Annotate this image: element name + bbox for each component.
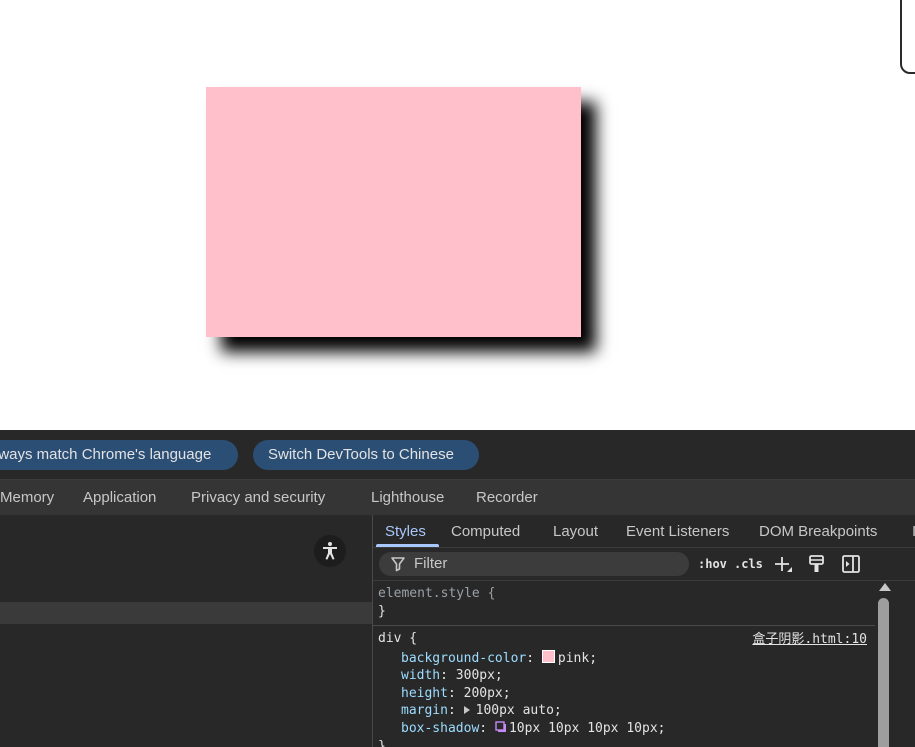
declaration-row[interactable]: background-color: pink; bbox=[401, 650, 597, 668]
tab-layout[interactable]: Layout bbox=[553, 515, 598, 547]
property-name[interactable]: background-color bbox=[401, 651, 526, 666]
styles-sidebar: Styles Computed Layout Event Listeners D… bbox=[373, 515, 915, 747]
language-infobar: lways match Chrome's language Switch Dev… bbox=[0, 430, 915, 479]
property-value[interactable]: 200px; bbox=[464, 686, 511, 701]
sidebar-tab-strip: Styles Computed Layout Event Listeners D… bbox=[373, 515, 915, 548]
tab-lighthouse[interactable]: Lighthouse bbox=[371, 480, 444, 516]
accessibility-icon bbox=[323, 542, 337, 560]
devtools-panel: lways match Chrome's language Switch Dev… bbox=[0, 430, 915, 747]
scroll-thumb[interactable] bbox=[878, 598, 889, 747]
property-value[interactable]: 300px; bbox=[456, 668, 503, 683]
scroll-up-arrow-icon[interactable] bbox=[879, 583, 891, 591]
tab-recorder[interactable]: Recorder bbox=[476, 480, 538, 516]
window-corner-edge bbox=[900, 0, 915, 74]
declaration-row[interactable]: margin: 100px auto; bbox=[401, 702, 562, 720]
tab-application[interactable]: Application bbox=[83, 480, 156, 516]
stylesheet-source-link[interactable]: 盒子阴影.html:10 bbox=[752, 628, 867, 647]
property-name[interactable]: box-shadow bbox=[401, 721, 479, 736]
div-selector[interactable]: div { bbox=[378, 630, 417, 648]
elements-tree-pane bbox=[0, 515, 372, 747]
property-value[interactable]: 10px 10px 10px 10px; bbox=[509, 721, 666, 736]
declaration-row[interactable]: box-shadow: 10px 10px 10px 10px; bbox=[401, 720, 665, 738]
property-value[interactable]: 100px auto; bbox=[476, 703, 562, 718]
tab-styles[interactable]: Styles bbox=[385, 515, 426, 547]
selected-node-row[interactable] bbox=[0, 602, 372, 624]
panel-tab-strip: Memory Application Privacy and security … bbox=[0, 479, 915, 517]
shadow-editor-icon[interactable] bbox=[495, 721, 507, 733]
styles-scrollbar[interactable] bbox=[875, 581, 891, 747]
tab-event-listeners[interactable]: Event Listeners bbox=[626, 515, 729, 547]
declaration-row[interactable]: height: 200px; bbox=[401, 685, 511, 703]
color-swatch-icon[interactable] bbox=[541, 650, 555, 663]
expand-triangle-icon[interactable] bbox=[463, 706, 470, 714]
tab-privacy-security[interactable]: Privacy and security bbox=[191, 480, 325, 516]
styles-toolbar: Filter :hov .cls bbox=[373, 548, 915, 581]
tab-memory[interactable]: Memory bbox=[0, 480, 54, 516]
switch-devtools-chinese-button[interactable]: Switch DevTools to Chinese bbox=[253, 440, 479, 470]
active-tab-indicator bbox=[376, 544, 439, 547]
property-name[interactable]: height bbox=[401, 686, 448, 701]
element-style-close: } bbox=[378, 604, 386, 619]
pink-shadow-box bbox=[206, 87, 581, 337]
declaration-row[interactable]: width: 300px; bbox=[401, 667, 503, 685]
div-style-rule: div { 盒子阴影.html:10 background-color: pin… bbox=[373, 626, 875, 747]
element-style-rule: element.style { } bbox=[373, 581, 875, 626]
match-chrome-language-button[interactable]: lways match Chrome's language bbox=[0, 440, 238, 470]
toggle-sidebar-icon[interactable] bbox=[840, 554, 862, 574]
add-rule-icon[interactable] bbox=[772, 554, 794, 574]
div-rule-close: } bbox=[378, 739, 386, 747]
property-name[interactable]: width bbox=[401, 668, 440, 683]
property-name[interactable]: margin bbox=[401, 703, 448, 718]
tab-computed[interactable]: Computed bbox=[451, 515, 520, 547]
accessibility-tree-button[interactable] bbox=[314, 535, 346, 567]
hov-toggle[interactable]: :hov bbox=[698, 548, 727, 580]
tab-dom-breakpoints[interactable]: DOM Breakpoints bbox=[759, 515, 877, 547]
page-viewport bbox=[0, 0, 915, 430]
property-value[interactable]: pink; bbox=[558, 651, 597, 666]
filter-input[interactable]: Filter bbox=[379, 552, 689, 576]
paint-icon[interactable] bbox=[806, 554, 828, 574]
filter-icon bbox=[391, 557, 405, 572]
filter-placeholder: Filter bbox=[414, 555, 448, 572]
element-style-selector[interactable]: element.style { bbox=[378, 585, 495, 603]
cls-toggle[interactable]: .cls bbox=[734, 548, 763, 580]
